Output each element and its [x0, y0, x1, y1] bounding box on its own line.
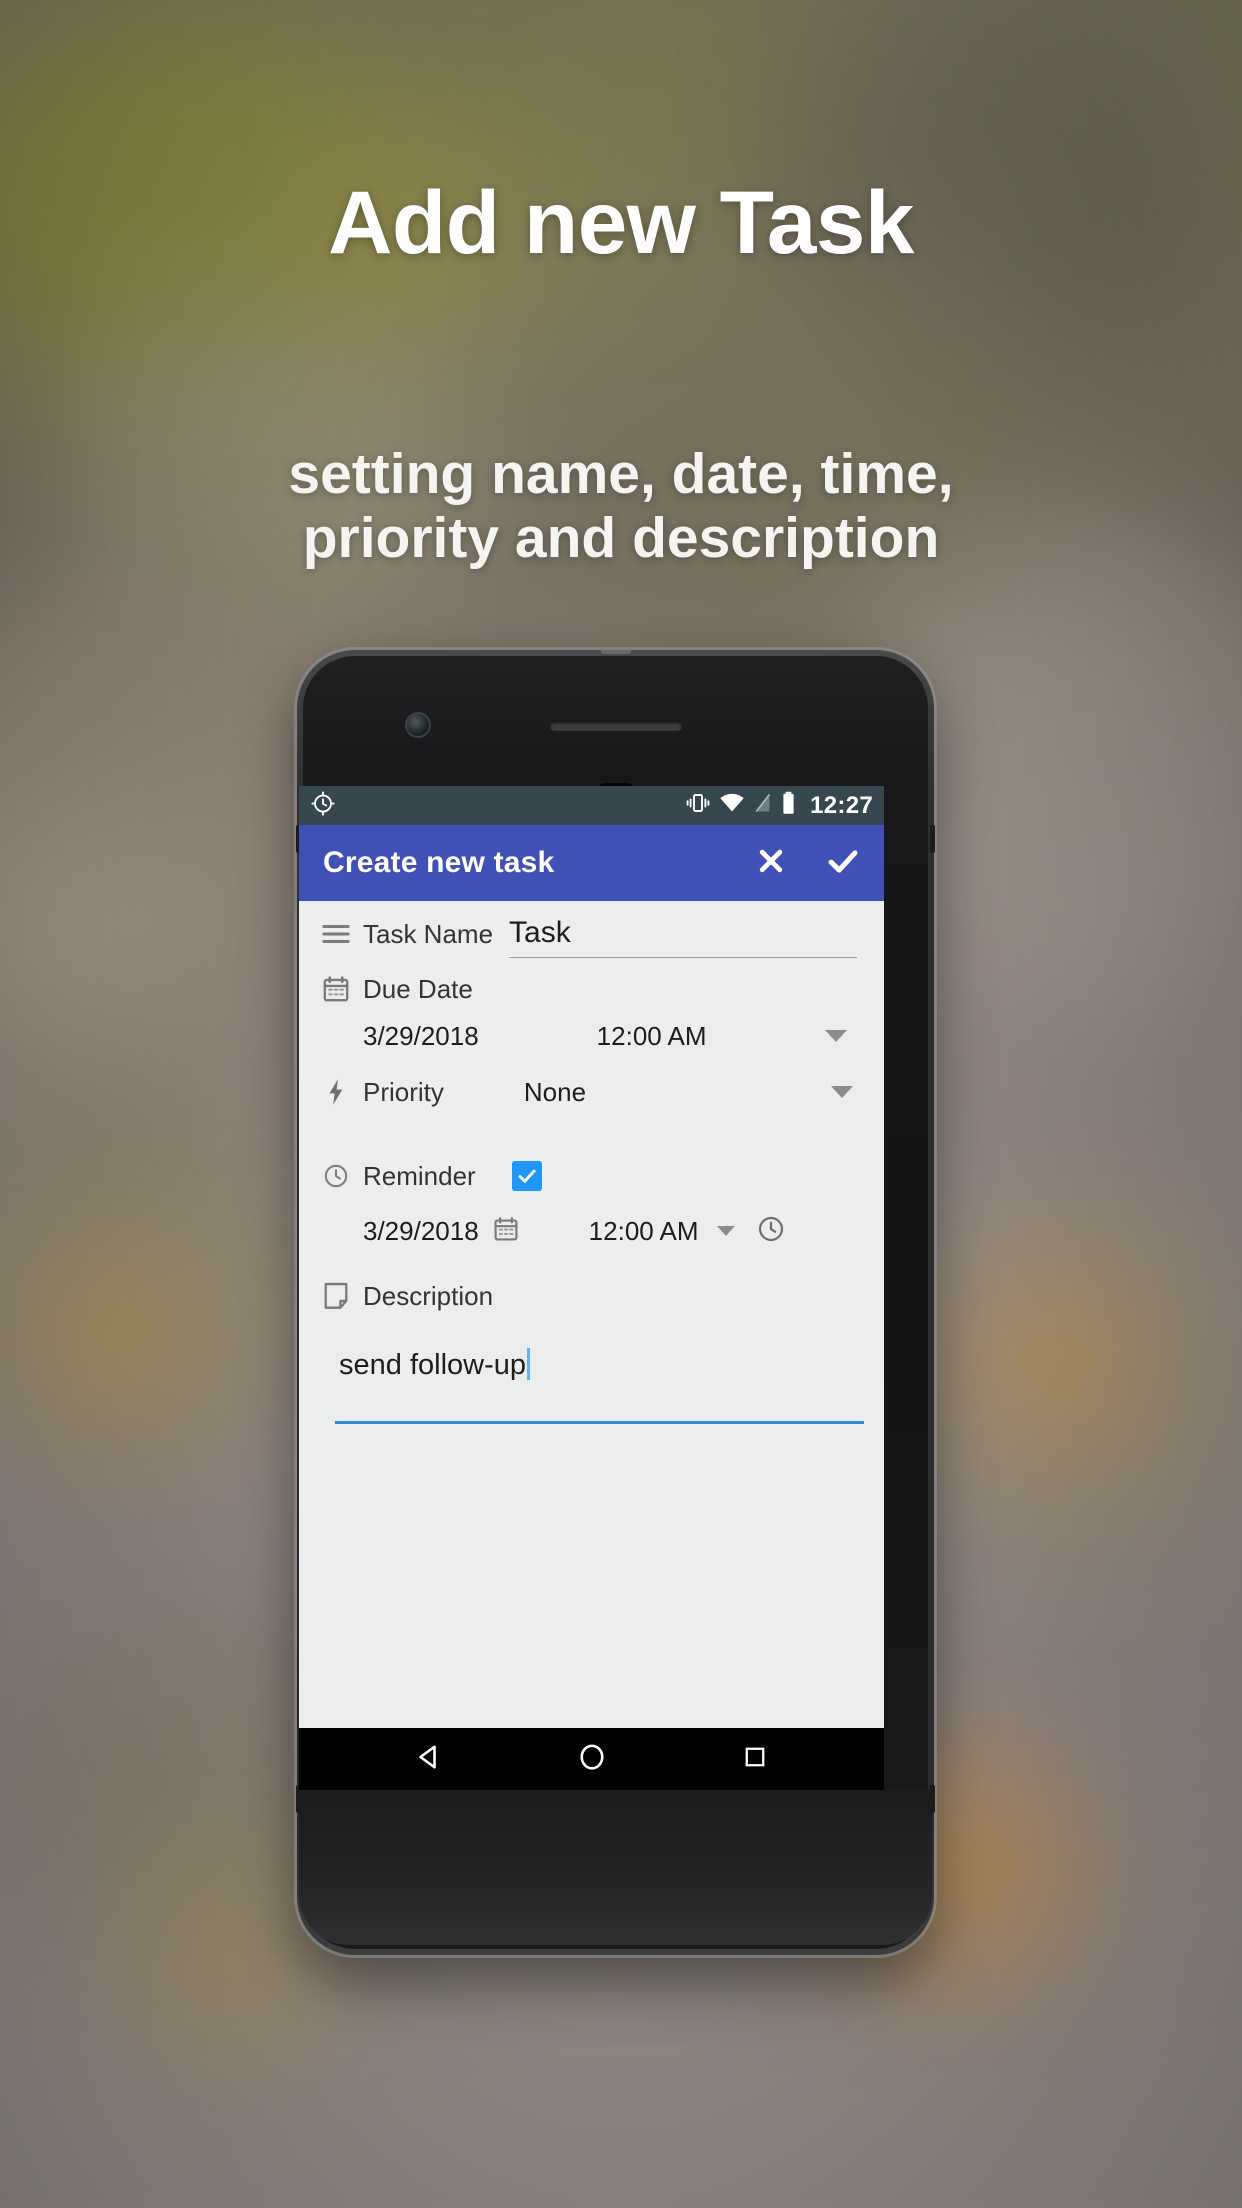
description-input[interactable]: send follow-up: [335, 1348, 864, 1424]
chevron-down-icon[interactable]: [716, 1226, 735, 1236]
page-title: Add new Task: [328, 172, 914, 272]
description-label: Description: [363, 1280, 494, 1311]
calendar-icon[interactable]: [493, 1216, 519, 1247]
save-task-button[interactable]: [824, 844, 862, 882]
task-name-input[interactable]: Task: [509, 910, 866, 958]
promo-screenshot: Add new Task setting name, date, time, p…: [0, 0, 1242, 2208]
due-date-value[interactable]: 3/29/2018: [363, 1021, 479, 1052]
reminder-date-value[interactable]: 3/29/2018: [363, 1216, 479, 1247]
calendar-icon: [317, 975, 355, 1003]
phone-chin: [299, 1790, 932, 1945]
recents-button[interactable]: [725, 1729, 785, 1789]
description-focus-underline: [335, 1421, 864, 1424]
due-date-label: Due Date: [363, 973, 473, 1004]
vibrate-icon: [686, 792, 710, 819]
chevron-down-icon[interactable]: [831, 1086, 853, 1098]
reminder-values-row: 3/29/2018 12:00 AM: [299, 1206, 884, 1256]
signal-icon: [754, 792, 772, 819]
recents-square-icon: [742, 1744, 768, 1775]
priority-label: Priority: [363, 1076, 444, 1107]
chevron-down-icon[interactable]: [824, 1030, 847, 1042]
phone-side-button-right-top: [930, 825, 935, 853]
promo-subtitle-line-1: setting name, date, time,: [288, 442, 954, 506]
status-bar-system-icons: 12:27: [686, 791, 873, 820]
text-cursor: [527, 1348, 530, 1380]
wifi-icon: [719, 792, 745, 819]
due-time-value[interactable]: 12:00 AM: [597, 1021, 707, 1052]
bolt-icon: [317, 1078, 355, 1106]
description-value: send follow-up: [339, 1349, 526, 1381]
description-row: Description: [299, 1268, 884, 1324]
app-bar: Create new task: [299, 825, 884, 901]
home-button[interactable]: [562, 1729, 622, 1789]
task-form: Task Name Task Due Date 3/29/2018 12:00 …: [299, 901, 884, 1728]
status-bar: 12:27: [299, 786, 884, 825]
phone-mockup: 12:27 Create new task Task Name Task Due…: [296, 650, 935, 1955]
note-icon: [317, 1282, 355, 1310]
app-bar-actions: [752, 844, 862, 882]
android-navigation-bar: [299, 1728, 884, 1790]
back-button[interactable]: [399, 1729, 459, 1789]
task-name-row[interactable]: Task Name Task: [299, 901, 884, 963]
clock-icon: [317, 1163, 355, 1189]
alarm-clock-icon: [310, 790, 336, 821]
promo-subtitle-line-2: priority and description: [302, 505, 940, 570]
task-name-value: Task: [509, 915, 571, 949]
reminder-row[interactable]: Reminder: [299, 1148, 884, 1204]
task-name-underline: [509, 957, 857, 958]
front-camera-icon: [405, 712, 431, 738]
clock-icon[interactable]: [757, 1215, 785, 1248]
phone-screen: 12:27 Create new task Task Name Task Due…: [299, 786, 884, 1790]
earpiece-speaker: [549, 722, 682, 731]
due-date-values-row: 3/29/2018 12:00 AM: [299, 1012, 884, 1060]
discard-task-button[interactable]: [752, 844, 790, 882]
task-name-label: Task Name: [363, 918, 494, 949]
menu-lines-icon: [317, 923, 355, 945]
promo-subtitle: setting name, date, time, priority and d…: [121, 442, 1121, 571]
reminder-time-value[interactable]: 12:00 AM: [589, 1216, 699, 1247]
phone-top-antenna-line: [600, 650, 631, 654]
back-triangle-icon: [414, 1742, 444, 1777]
status-bar-notifications: [310, 790, 336, 821]
due-date-row[interactable]: Due Date: [299, 966, 884, 1012]
reminder-label: Reminder: [363, 1160, 476, 1191]
close-icon: [755, 845, 787, 882]
home-circle-icon: [577, 1742, 607, 1777]
app-bar-title: Create new task: [323, 846, 555, 879]
battery-icon: [781, 791, 796, 820]
reminder-checkbox[interactable]: [511, 1161, 542, 1191]
priority-row[interactable]: Priority None: [299, 1064, 884, 1120]
status-bar-clock: 12:27: [810, 791, 873, 819]
check-icon: [826, 844, 860, 883]
priority-value[interactable]: None: [524, 1077, 586, 1108]
